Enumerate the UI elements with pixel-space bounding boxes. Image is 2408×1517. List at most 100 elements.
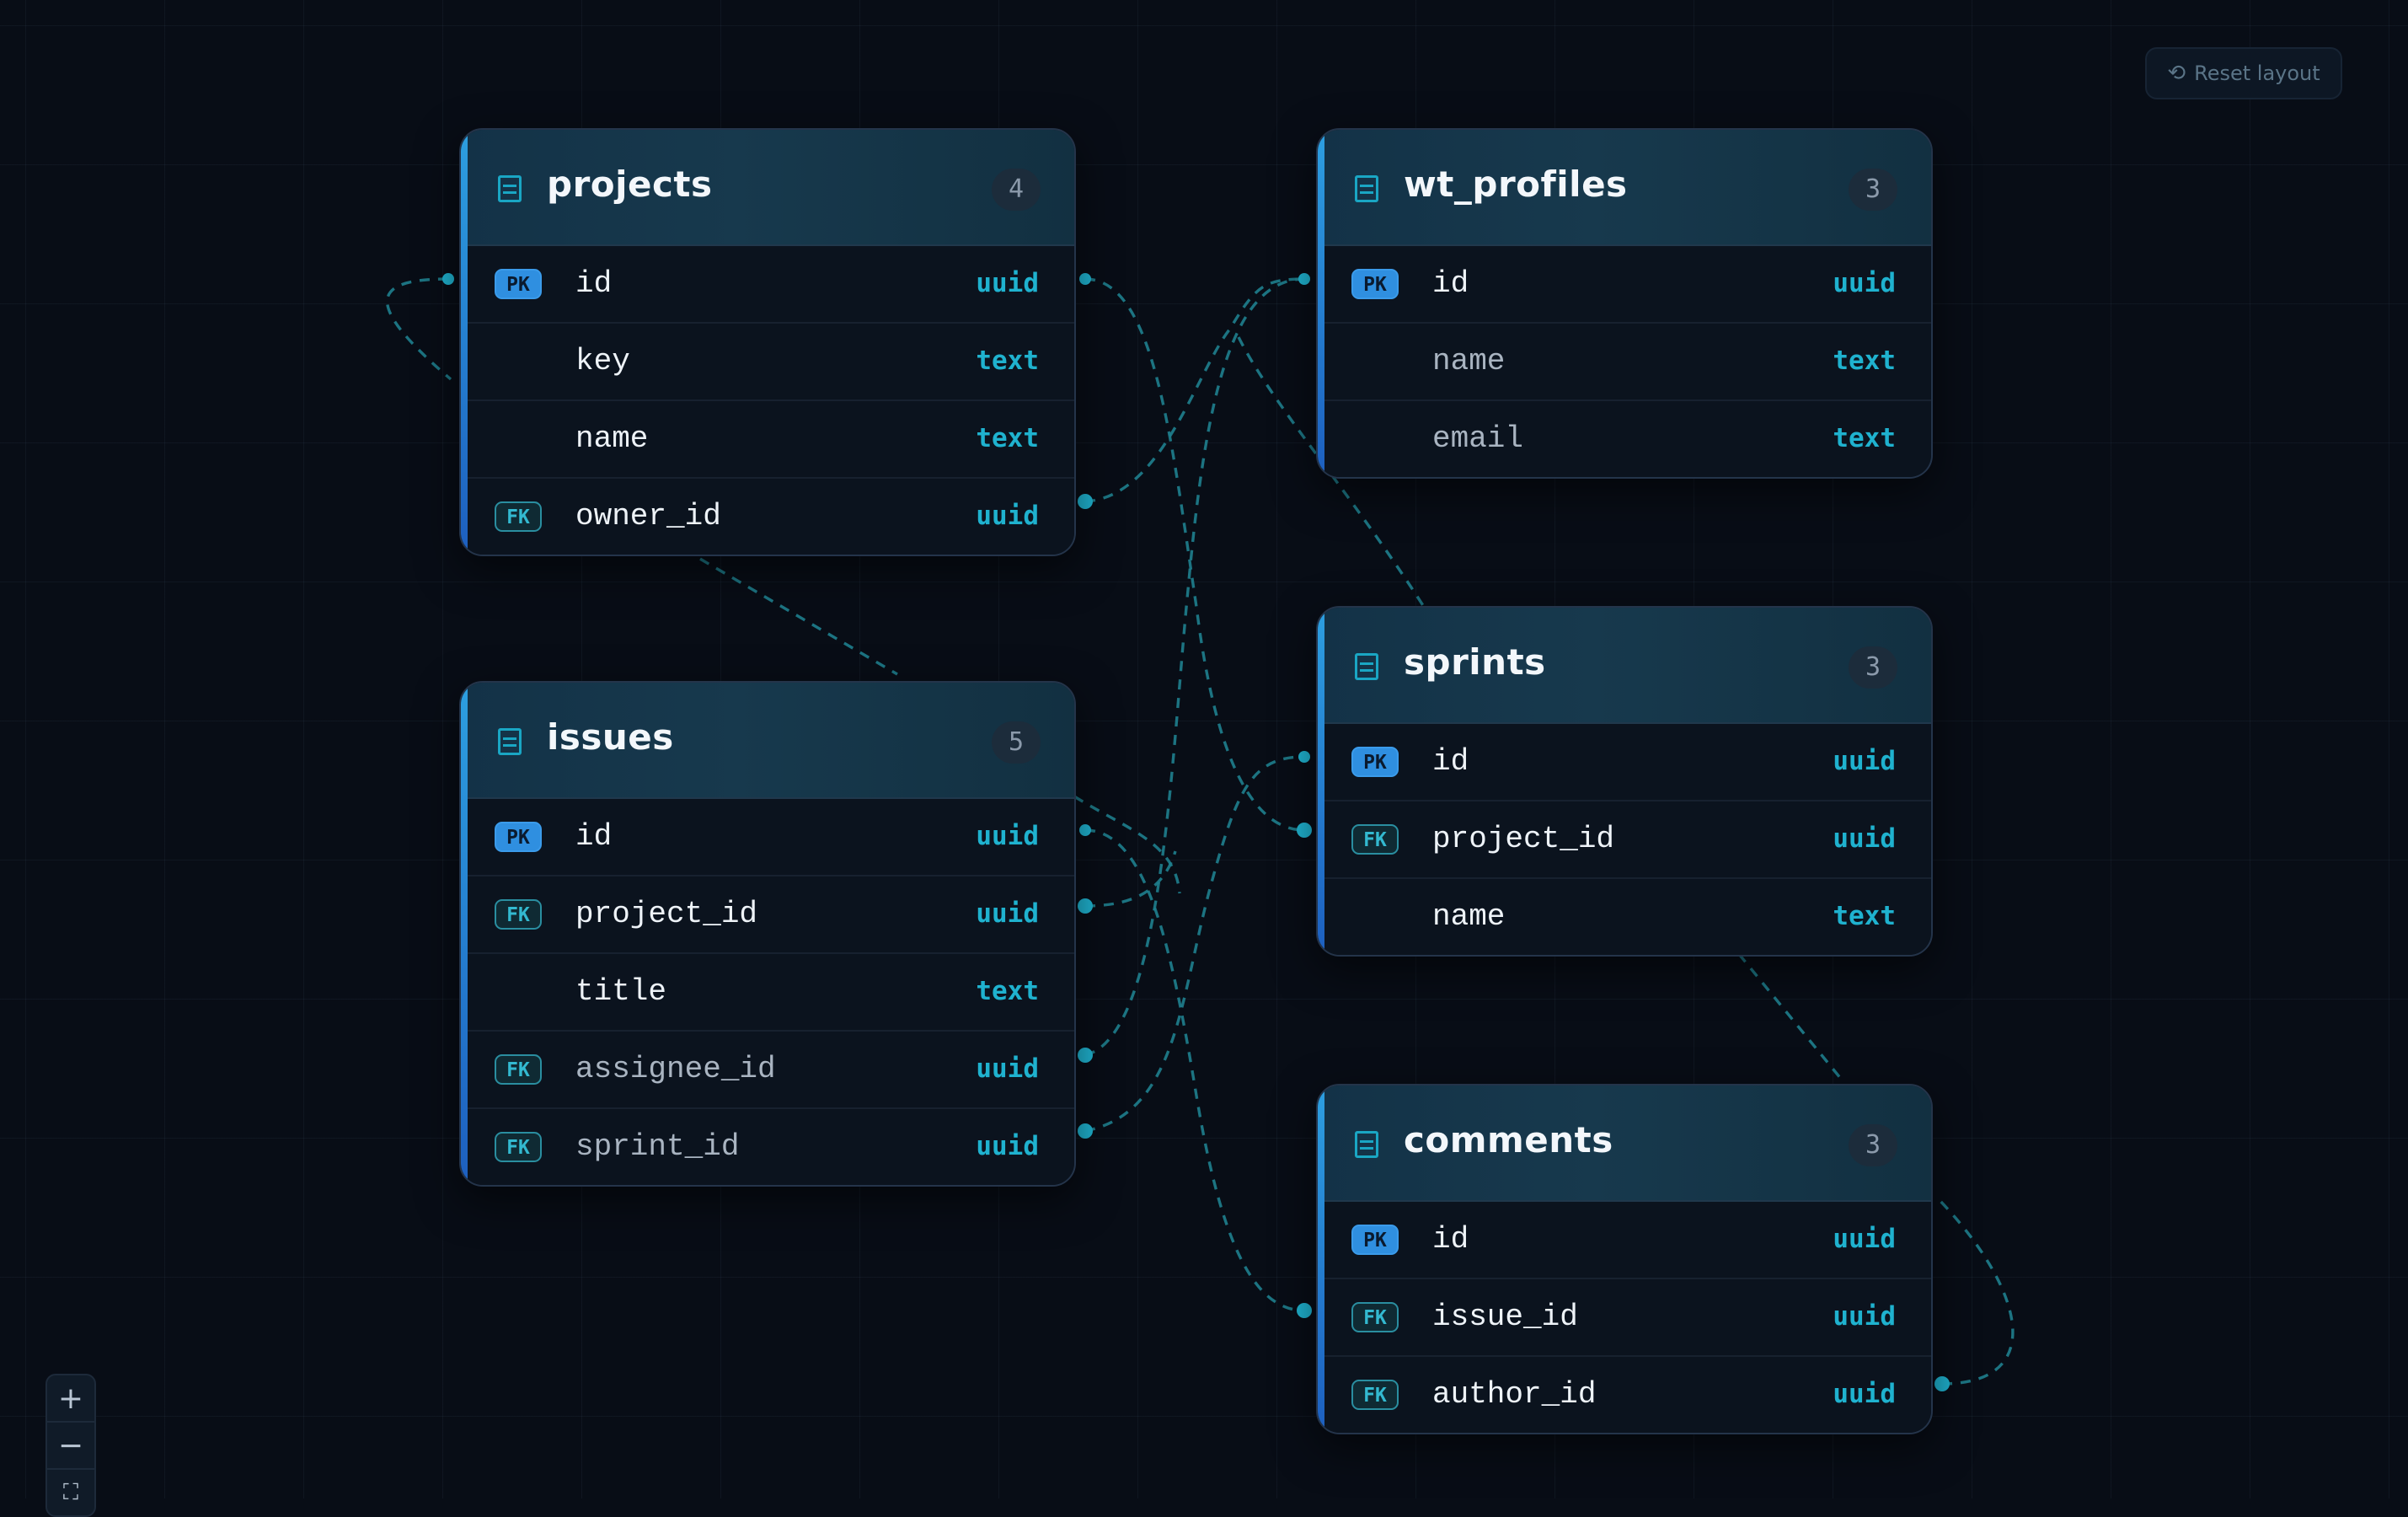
table-header[interactable]: sprints 3 — [1318, 608, 1931, 724]
field-type: text — [976, 976, 1039, 1006]
fk-badge: FK — [1351, 824, 1399, 855]
field-row[interactable]: FK project_id uuid — [1318, 801, 1931, 879]
table-card-sprints[interactable]: sprints 3 PK id uuid FK project_id uuid … — [1316, 606, 1933, 957]
table-name: projects — [547, 163, 713, 205]
fk-badge: FK — [495, 501, 542, 532]
zoom-out-button[interactable]: − — [47, 1423, 94, 1470]
reset-layout-button[interactable]: ⟲ Reset layout — [2145, 47, 2342, 99]
field-row[interactable]: email text — [1318, 401, 1931, 477]
fk-badge: FK — [495, 899, 542, 930]
table-icon — [498, 728, 522, 755]
zoom-in-button[interactable]: + — [47, 1375, 94, 1423]
edge-sprint-sprints — [1084, 755, 1305, 1133]
field-name: id — [1432, 744, 1469, 779]
table-header[interactable]: projects 4 — [461, 130, 1074, 246]
table-name: issues — [547, 716, 674, 758]
reset-layout-label: Reset layout — [2194, 62, 2320, 85]
field-name: assignee_id — [575, 1052, 776, 1086]
field-name: project_id — [575, 897, 758, 931]
edge-sprints-comments-link — [1726, 938, 1843, 1080]
field-row[interactable]: name text — [1318, 324, 1931, 401]
diagram-canvas[interactable]: projects 4 PK id uuid key text name text… — [0, 0, 2408, 1517]
table-header[interactable]: comments 3 — [1318, 1085, 1931, 1202]
field-type: uuid — [1833, 1301, 1896, 1332]
edge-dot — [1079, 273, 1091, 285]
edge-comments-author — [1934, 1195, 2015, 1386]
edge-projects-self — [386, 277, 452, 381]
edge-dot — [1078, 1123, 1093, 1139]
fk-badge: FK — [1351, 1380, 1399, 1410]
column-count-badge: 3 — [1849, 1124, 1897, 1166]
relation-edges — [386, 273, 2015, 1391]
edge-dot — [1078, 1048, 1093, 1063]
field-name: id — [1432, 266, 1469, 301]
field-name: id — [575, 266, 613, 301]
field-row[interactable]: name text — [1318, 879, 1931, 955]
table-name: sprints — [1404, 641, 1546, 683]
field-name: sprint_id — [575, 1129, 740, 1164]
pk-badge: PK — [1351, 747, 1399, 777]
edge-dot — [442, 273, 454, 285]
field-row[interactable]: title text — [461, 954, 1074, 1032]
field-row[interactable]: PK id uuid — [1318, 1202, 1931, 1279]
field-name: title — [575, 974, 667, 1009]
field-type: text — [1833, 901, 1896, 931]
edge-issues-self-arc — [1073, 795, 1181, 894]
field-type: uuid — [976, 1053, 1039, 1084]
field-row[interactable]: FK owner_id uuid — [461, 479, 1074, 555]
table-card-issues[interactable]: issues 5 PK id uuid FK project_id uuid t… — [459, 681, 1076, 1187]
field-row[interactable]: name text — [461, 401, 1074, 479]
pk-badge: PK — [1351, 1225, 1399, 1255]
table-icon — [1355, 175, 1378, 202]
field-name: author_id — [1432, 1377, 1597, 1412]
table-card-projects[interactable]: projects 4 PK id uuid key text name text… — [459, 128, 1076, 556]
column-count-badge: 5 — [992, 721, 1041, 764]
field-row[interactable]: PK id uuid — [461, 246, 1074, 324]
pk-badge: PK — [495, 269, 542, 299]
edge-assignee-profiles — [1084, 277, 1305, 1057]
field-row[interactable]: PK id uuid — [1318, 724, 1931, 801]
field-name: id — [575, 819, 613, 854]
field-row[interactable]: PK id uuid — [461, 799, 1074, 876]
field-type: uuid — [976, 898, 1039, 929]
field-row[interactable]: FK project_id uuid — [461, 876, 1074, 954]
field-type: uuid — [976, 821, 1039, 851]
field-row[interactable]: FK sprint_id uuid — [461, 1109, 1074, 1185]
field-row[interactable]: FK issue_id uuid — [1318, 1279, 1931, 1357]
table-card-wt-profiles[interactable]: wt_profiles 3 PK id uuid name text email… — [1316, 128, 1933, 479]
edge-dot — [1934, 1376, 1950, 1391]
field-name: issue_id — [1432, 1300, 1578, 1334]
column-count-badge: 3 — [1849, 646, 1897, 689]
table-header[interactable]: issues 5 — [461, 683, 1074, 799]
fk-badge: FK — [1351, 1302, 1399, 1332]
field-type: uuid — [1833, 268, 1896, 298]
field-name: id — [1432, 1222, 1469, 1257]
field-row[interactable]: FK author_id uuid — [1318, 1357, 1931, 1433]
field-row[interactable]: FK assignee_id uuid — [461, 1032, 1074, 1109]
edge-owner-profiles — [1084, 277, 1305, 503]
field-type: uuid — [976, 1131, 1039, 1161]
table-card-comments[interactable]: comments 3 PK id uuid FK issue_id uuid F… — [1316, 1084, 1933, 1434]
table-header[interactable]: wt_profiles 3 — [1318, 130, 1931, 246]
edge-issues-project — [1084, 850, 1177, 908]
field-name: name — [575, 421, 649, 456]
field-row[interactable]: key text — [461, 324, 1074, 401]
field-type: uuid — [1833, 1379, 1896, 1409]
table-icon — [1355, 653, 1378, 680]
fit-view-button[interactable]: ⛶ — [47, 1470, 94, 1515]
edge-dot — [1079, 824, 1091, 836]
edge-dot — [1298, 273, 1310, 285]
field-type: text — [976, 423, 1039, 453]
pk-badge: PK — [1351, 269, 1399, 299]
field-row[interactable]: PK id uuid — [1318, 246, 1931, 324]
field-name: owner_id — [575, 499, 721, 533]
field-type: text — [1833, 423, 1896, 453]
fk-badge: FK — [495, 1132, 542, 1162]
edge-dot — [1298, 751, 1310, 763]
field-type: uuid — [1833, 1224, 1896, 1254]
field-name: key — [575, 344, 630, 378]
edge-dot — [1297, 823, 1312, 838]
edge-projects-id-sprints — [1084, 277, 1305, 832]
edge-projects-issues-link — [683, 548, 898, 676]
field-name: name — [1432, 344, 1506, 378]
